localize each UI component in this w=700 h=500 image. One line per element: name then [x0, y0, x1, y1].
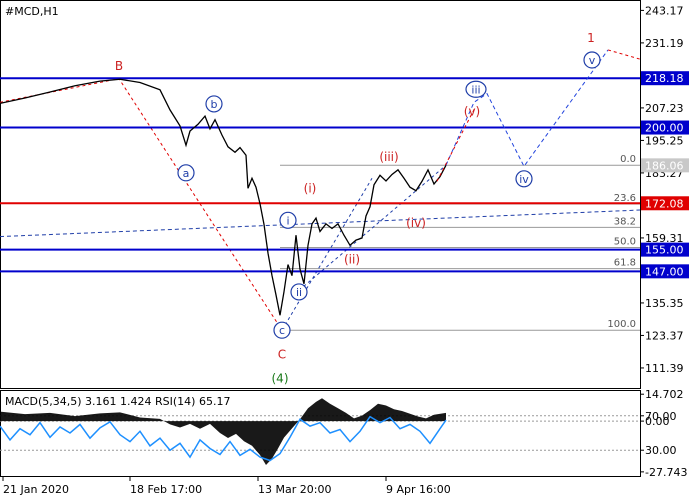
wave-label-red: B — [115, 59, 123, 73]
wave-label-red: (ii) — [344, 253, 360, 267]
wave-label: iii — [471, 83, 480, 96]
price-axis: 243.17231.19219.21207.23195.25183.27171.… — [640, 4, 689, 375]
indicator-tick-label: 14.702 — [645, 388, 684, 401]
y-tick-label: 195.25 — [645, 134, 684, 147]
price-level-tag-label: 155.00 — [645, 244, 684, 257]
price-level-tag-label: 200.00 — [645, 122, 684, 135]
indicator-tick-label: -27.743 — [645, 466, 687, 479]
x-tick-label: 21 Jan 2020 — [3, 483, 69, 496]
wave-label-red: (iv) — [406, 216, 426, 230]
current-price-label: 186.06 — [645, 159, 684, 172]
x-tick-label: 18 Feb 17:00 — [130, 483, 202, 496]
price-level-tag-label: 218.18 — [645, 72, 684, 85]
wave-label: v — [589, 54, 596, 67]
y-tick-label: 123.37 — [645, 329, 684, 342]
y-tick-label: 243.17 — [645, 4, 684, 17]
fib-level-label: 50.0 — [614, 236, 636, 247]
wave-label: ii — [296, 286, 302, 299]
fib-level-label: 38.2 — [614, 216, 636, 227]
fib-level-label: 0.0 — [620, 154, 636, 165]
y-tick-label: 207.23 — [645, 102, 684, 115]
x-tick-label: 9 Apr 16:00 — [386, 483, 451, 496]
wave-label: a — [183, 167, 190, 180]
y-tick-label: 231.19 — [645, 37, 684, 50]
y-tick-label: 111.39 — [645, 362, 684, 375]
wave-label-red: C — [278, 348, 286, 362]
wave-label-red: 1 — [587, 31, 595, 45]
wave-label: i — [286, 214, 289, 227]
time-axis: 21 Jan 2020 18 Feb 17:00 13 Mar 20:00 9 Apr… — [2, 477, 451, 496]
x-tick-label: 13 Mar 20:00 — [258, 483, 331, 496]
wave-label-red: (v) — [464, 105, 480, 119]
chart-title: #MCD,H1 — [5, 5, 59, 18]
indicator-title: MACD(5,34,5) 3.161 1.424 RSI(14) 65.17 — [5, 395, 230, 408]
wave-label: iv — [519, 173, 529, 186]
wave-label-red: (iii) — [379, 150, 398, 164]
wave-label: b — [211, 98, 218, 111]
price-level-tag-label: 147.00 — [645, 265, 684, 278]
wave-label: c — [279, 324, 285, 337]
wave-label-green: (4) — [272, 372, 289, 386]
price-chart: 0.023.638.250.061.8100.0 abciiiiiiivvBC(… — [0, 0, 689, 496]
wave-label-red: (i) — [304, 181, 317, 195]
fib-level-label: 100.0 — [607, 319, 636, 330]
fib-level-label: 61.8 — [614, 258, 636, 269]
indicator-tick-label: 30.00 — [645, 444, 677, 457]
price-level-tag-label: 172.08 — [645, 197, 684, 210]
indicator-tick-label: 0.00 — [645, 415, 670, 428]
y-tick-label: 135.35 — [645, 297, 684, 310]
